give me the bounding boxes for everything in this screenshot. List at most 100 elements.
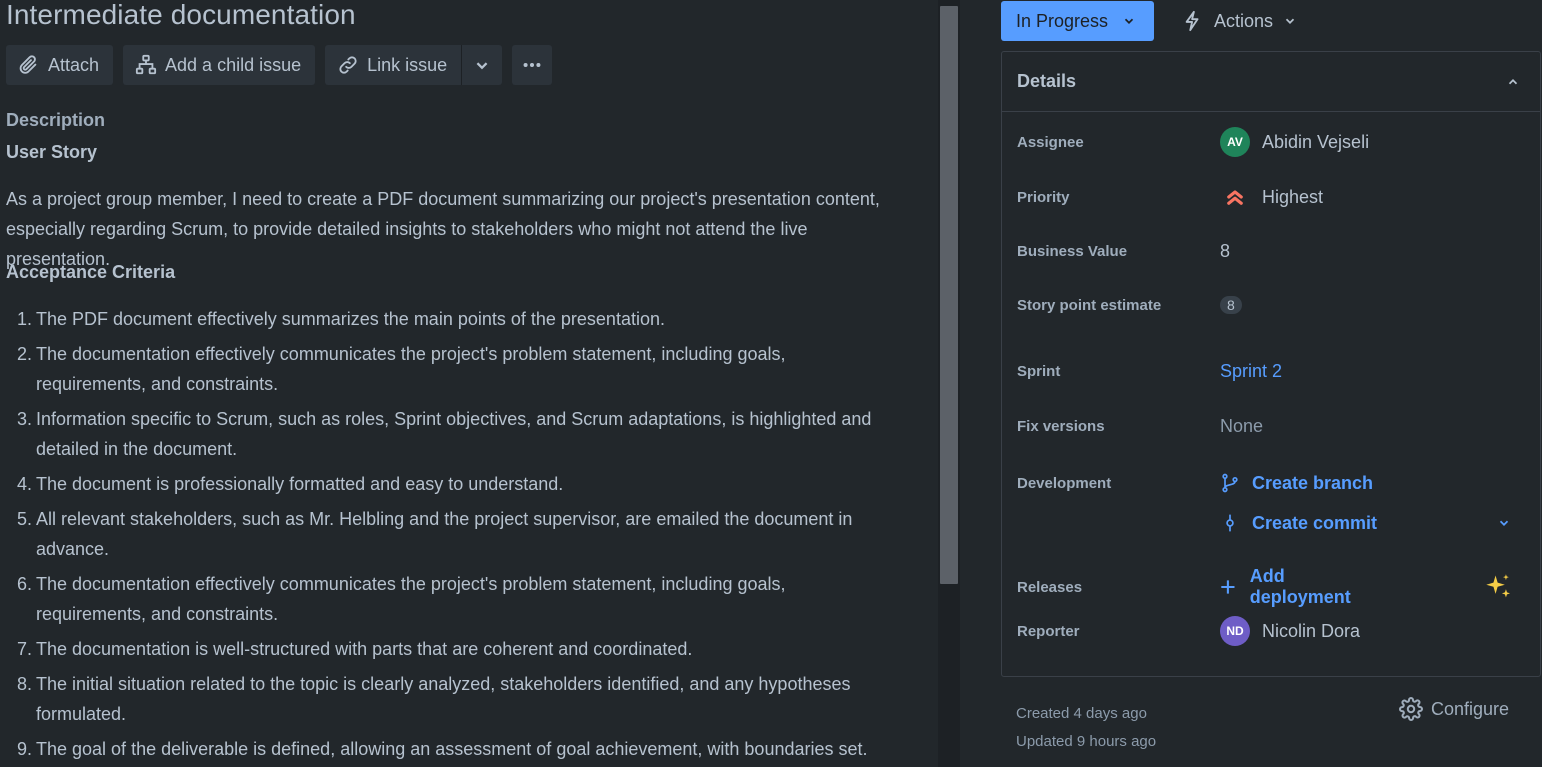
reporter-row: Reporter ND Nicolin Dora: [1017, 616, 1360, 646]
list-item: 1. The PDF document effectively summarize…: [6, 304, 886, 334]
details-title: Details: [1017, 71, 1077, 91]
releases-row: Releases Add deployment: [1017, 566, 1512, 608]
avatar: ND: [1220, 616, 1250, 646]
link-icon: [339, 56, 357, 74]
sprint-link[interactable]: Sprint 2: [1220, 361, 1282, 382]
status-label: In Progress: [1016, 10, 1109, 31]
list-item-number: 2.: [16, 344, 32, 364]
releases-label: Releases: [1017, 578, 1083, 596]
list-item-number: 4.: [16, 474, 32, 494]
issue-sidebar: In Progress Actions Details Assignee AV …: [960, 0, 1542, 767]
list-item-number: 1.: [16, 309, 32, 329]
list-item-text: The documentation is well-structured wit…: [36, 639, 693, 659]
business-value-label: Business Value: [1017, 243, 1128, 260]
create-commit-link[interactable]: Create commit: [1220, 511, 1377, 535]
list-item-text: The PDF document effectively summarizes …: [36, 309, 665, 329]
list-item: 2. The documentation effectively communic…: [6, 339, 886, 399]
configure-button[interactable]: Configure: [1399, 697, 1509, 721]
more-actions-button[interactable]: [512, 45, 553, 85]
priority-highest-icon: [1227, 190, 1243, 205]
assignee-value[interactable]: AV Abidin Vejseli: [1220, 127, 1369, 157]
list-item-number: 3.: [16, 409, 32, 429]
attach-label: Attach: [48, 54, 100, 75]
priority-text: Highest: [1262, 186, 1324, 207]
assignee-name: Abidin Vejseli: [1262, 131, 1370, 152]
create-branch-label: Create branch: [1252, 472, 1374, 493]
add-child-issue-button[interactable]: Add a child issue: [123, 45, 316, 85]
sparkle-icon[interactable]: [1484, 573, 1512, 601]
configure-label: Configure: [1431, 698, 1510, 719]
actions-dropdown-button[interactable]: Actions: [1182, 1, 1297, 41]
sprint-row: Sprint Sprint 2: [1017, 361, 1282, 382]
avatar: AV: [1220, 127, 1250, 157]
list-item: 5. All relevant stakeholders, such as Mr.…: [6, 504, 886, 564]
updated-timestamp: Updated 9 hours ago: [1016, 733, 1157, 750]
attach-button[interactable]: Attach: [6, 45, 114, 85]
business-value-row: Business Value 8: [1017, 241, 1230, 262]
link-issue-dropdown[interactable]: [461, 45, 503, 85]
link-issue-button[interactable]: Link issue: [325, 45, 462, 85]
reporter-value[interactable]: ND Nicolin Dora: [1220, 616, 1360, 646]
list-item-number: 9.: [16, 739, 32, 759]
development-row: Development Create branch: [1017, 471, 1373, 495]
list-item-text: The documentation effectively communicat…: [36, 344, 786, 394]
user-story-text: As a project group member, I need to cre…: [6, 189, 880, 269]
business-value[interactable]: 8: [1220, 241, 1230, 262]
chevron-down-icon[interactable]: [1497, 516, 1511, 530]
reporter-name: Nicolin Dora: [1262, 620, 1361, 641]
paperclip-icon: [19, 55, 37, 74]
list-item: 6. The documentation effectively communic…: [6, 569, 886, 629]
list-item: 7. The documentation is well-structured w…: [6, 634, 886, 664]
add-deployment-label: Add deployment: [1249, 566, 1351, 607]
add-deployment-link[interactable]: Add deployment: [1218, 566, 1389, 608]
fix-versions-row: Fix versions None: [1017, 416, 1263, 437]
actions-label: Actions: [1214, 10, 1274, 31]
chevron-down-icon: [1124, 18, 1134, 24]
issue-title[interactable]: Intermediate documentation: [6, 0, 356, 30]
description-label: Description: [6, 110, 106, 130]
list-item-text: The initial situation related to the top…: [36, 674, 851, 724]
hierarchy-icon: [135, 54, 157, 75]
branch-icon: [1222, 473, 1238, 493]
user-story-heading: User Story: [6, 142, 98, 162]
story-points-badge: 8: [1220, 296, 1242, 314]
list-item-text: All relevant stakeholders, such as Mr. H…: [36, 509, 853, 559]
chevron-up-icon[interactable]: [1506, 75, 1520, 89]
issue-timestamps: Created 4 days ago Updated 9 hours ago: [1016, 700, 1156, 756]
list-item: 3. Information specific to Scrum, such as…: [6, 404, 886, 464]
details-header[interactable]: Details: [1002, 52, 1540, 112]
more-icon: [523, 62, 541, 68]
chevron-down-icon: [1285, 18, 1295, 24]
plus-icon: [1221, 580, 1235, 594]
story-points-label: Story point estimate: [1017, 296, 1162, 314]
list-item-text: Information specific to Scrum, such as r…: [36, 409, 872, 459]
list-item-number: 6.: [16, 574, 32, 594]
chevron-down-icon: [476, 62, 488, 70]
created-timestamp: Created 4 days ago: [1016, 705, 1147, 722]
create-branch-link[interactable]: Create branch: [1220, 471, 1373, 495]
fix-versions-label: Fix versions: [1017, 418, 1105, 435]
scrollbar-thumb[interactable]: [940, 6, 958, 584]
reporter-label: Reporter: [1017, 622, 1080, 640]
sprint-label: Sprint: [1017, 363, 1061, 380]
assignee-row: Assignee AV Abidin Vejseli: [1017, 127, 1369, 157]
status-dropdown-button[interactable]: In Progress: [1001, 1, 1154, 41]
priority-row: Priority Highest: [1017, 182, 1323, 212]
link-issue-label: Link issue: [367, 54, 448, 75]
fix-versions-value[interactable]: None: [1220, 416, 1263, 437]
acceptance-criteria-list: 1. The PDF document effectively summarize…: [6, 304, 886, 767]
gear-icon: [1399, 697, 1423, 721]
list-item-text: The document is professionally formatted…: [36, 474, 564, 494]
issue-main-panel: Intermediate documentation Attach Add a …: [0, 0, 938, 767]
link-issue-split-button: Link issue: [325, 45, 503, 85]
story-points-row: Story point estimate 8: [1017, 296, 1242, 314]
lightning-icon: [1185, 10, 1199, 32]
list-item: 9. The goal of the deliverable is defined…: [6, 734, 886, 764]
story-points-value[interactable]: 8: [1220, 296, 1242, 314]
acceptance-criteria-heading: Acceptance Criteria: [6, 262, 176, 282]
priority-value[interactable]: Highest: [1220, 182, 1323, 212]
issue-toolbar: Attach Add a child issue Link issue: [6, 45, 553, 85]
list-item: 4. The document is professionally formatt…: [6, 469, 886, 499]
commit-icon: [1226, 514, 1234, 532]
create-commit-label: Create commit: [1252, 512, 1378, 533]
